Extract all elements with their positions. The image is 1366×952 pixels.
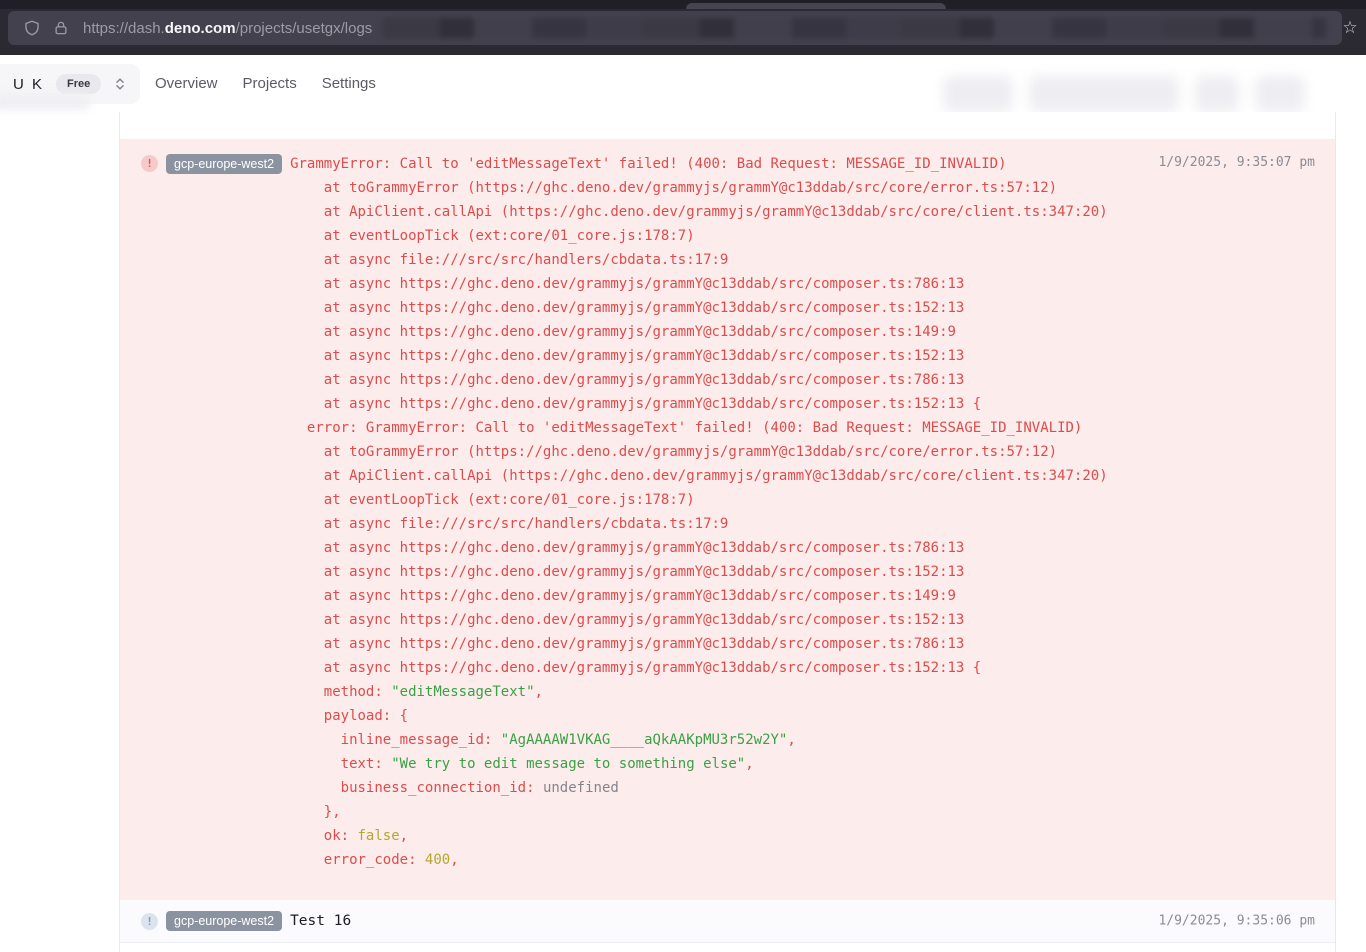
region-badge: gcp-europe-west2 <box>166 154 282 174</box>
log-entry[interactable]: ! gcp-europe-west2 GrammyError: Call to 'e… <box>120 139 1335 900</box>
browser-tabstrip <box>0 0 1366 9</box>
log-timestamp: 1/9/2025, 9:35:07 pm <box>1158 155 1315 170</box>
bookmark-star-icon[interactable]: ☆ <box>1339 17 1361 39</box>
chevron-up-down-icon <box>113 77 127 91</box>
org-name: U K <box>13 76 44 93</box>
nav-settings[interactable]: Settings <box>322 75 376 92</box>
url-path: /projects/usetgx/logs <box>236 20 373 37</box>
log-entry[interactable]: ! gcp-europe-west2 Test 16 1/9/2025, 9:35:0… <box>120 900 1335 943</box>
connection-lock-icon[interactable] <box>52 19 70 37</box>
log-list: ! gcp-europe-west2 GrammyError: Call to 'e… <box>120 139 1335 943</box>
nav-projects[interactable]: Projects <box>243 75 297 92</box>
plan-badge: Free <box>56 74 101 94</box>
log-message: Test 16 <box>290 913 351 929</box>
header-redacted-blur-left <box>0 93 90 110</box>
nav-overview[interactable]: Overview <box>155 75 218 92</box>
main-nav: Overview Projects Settings <box>155 55 376 112</box>
log-row-remnant <box>120 112 1335 139</box>
active-tab[interactable] <box>686 3 946 9</box>
info-level-icon: ! <box>141 913 158 930</box>
url-text: https://dash.deno.com/projects/usetgx/lo… <box>83 20 372 37</box>
url-scheme: https://dash. <box>83 20 165 37</box>
logs-panel: ! gcp-europe-west2 GrammyError: Call to 'e… <box>119 112 1336 952</box>
region-badge: gcp-europe-west2 <box>166 911 282 931</box>
error-level-icon: ! <box>141 155 158 172</box>
tracking-shield-icon[interactable] <box>23 19 41 37</box>
url-redacted-blur <box>382 18 1326 38</box>
log-timestamp: 1/9/2025, 9:35:06 pm <box>1158 914 1315 929</box>
url-bar[interactable]: https://dash.deno.com/projects/usetgx/lo… <box>8 11 1342 45</box>
header-redacted-blur <box>943 76 1305 112</box>
browser-chrome: https://dash.deno.com/projects/usetgx/lo… <box>0 0 1366 55</box>
url-domain: deno.com <box>165 20 236 37</box>
app-header: U K Free Overview Projects Settings <box>0 55 1366 112</box>
log-message: GrammyError: Call to 'editMessageText' f… <box>290 152 1145 872</box>
